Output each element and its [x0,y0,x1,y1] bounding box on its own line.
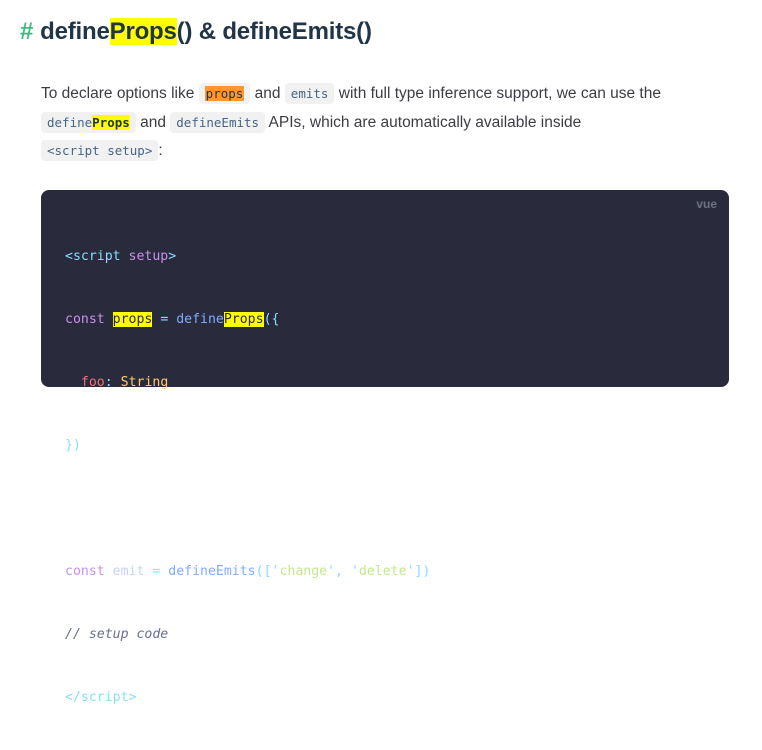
code-line: <script setup> [65,249,177,264]
heading-anchor-link[interactable]: # [20,18,33,45]
inline-code-defineemits: defineEmits [170,111,266,133]
code-language-label: vue [696,197,717,211]
current-search-match: props [204,86,245,101]
inline-code-text: define [47,114,93,130]
code-line: const emit = defineEmits(['change', 'del… [65,564,431,579]
inline-search-highlight: Props [92,114,130,130]
code-block: vue <script setup> const props = defineP… [41,190,729,705]
inline-code-props: props [198,83,251,104]
heading-text-rest: () & defineEmits() [176,18,372,45]
inline-code-script-setup: <script setup> [41,140,159,161]
code-line: foo: String [80,375,169,390]
code-search-highlight: props [112,312,153,327]
code-line-empty [65,498,430,519]
code-content[interactable]: <script setup> const props = defineProps… [65,204,430,750]
paragraph-text: To declare options like [41,85,199,102]
paragraph-text: : [158,142,163,159]
code-line: // setup code [65,627,169,642]
inline-code-defineprops: defineProps [41,111,136,133]
paragraph-text: and [135,113,171,131]
page-heading: # defineProps() & defineEmits() [20,14,372,50]
heading-search-highlight: Props [109,18,177,45]
intro-paragraph: To declare options like props and emits … [41,80,741,166]
code-search-highlight: Props [223,312,264,327]
code-line: const props = defineProps({ [65,312,280,327]
heading-text-define: define [40,18,110,45]
paragraph-text: with full type inference support, we can… [334,85,661,102]
paragraph-text: APIs, which are automatically available … [265,113,582,131]
paragraph-text: and [250,85,285,102]
inline-code-emits: emits [284,83,335,104]
code-line: }) [65,438,81,453]
code-line: </script> [65,690,137,705]
